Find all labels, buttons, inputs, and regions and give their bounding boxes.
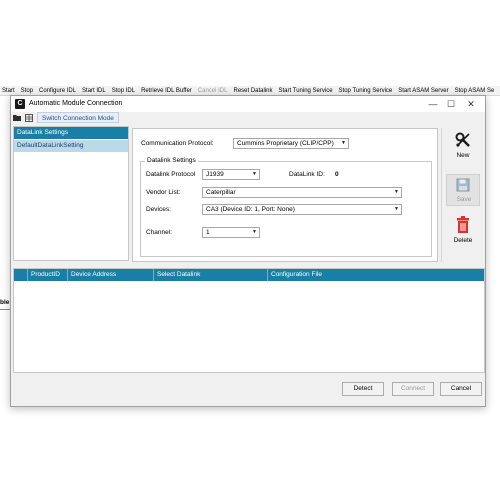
save-button: Save	[446, 174, 480, 206]
delete-label: Delete	[453, 237, 473, 244]
detect-button[interactable]: Detect	[342, 382, 384, 396]
window-title: Automatic Module Connection	[29, 100, 123, 107]
chevron-down-icon: ▼	[252, 229, 257, 235]
communication-protocol-value: Cummins Proprietary (CLIP/CPP)	[237, 140, 334, 147]
devices-dropdown[interactable]: CA3 (Device ID: 1, Port: None) ▼	[202, 204, 402, 215]
communication-protocol-dropdown[interactable]: Cummins Proprietary (CLIP/CPP) ▼	[233, 138, 349, 149]
bg-menu-stop-idl[interactable]: Stop IDL	[112, 86, 135, 95]
datalink-protocol-value: J1939	[206, 171, 224, 178]
datalink-settings-header: DataLink Settings	[14, 127, 128, 139]
bg-menu-stop[interactable]: Stop	[21, 86, 33, 95]
maximize-button[interactable]: ☐	[443, 98, 459, 110]
bg-menu-retrieve-idl-buffer[interactable]: Retrieve IDL Buffer	[141, 86, 192, 95]
new-label: New	[456, 152, 470, 159]
column-header-select-datalink[interactable]: Select Datalink	[154, 269, 268, 281]
datalink-settings-group: Datalink Settings Datalink Protocol J193…	[140, 156, 432, 257]
datalink-id-value: 0	[335, 171, 339, 178]
connect-button: Connect	[392, 382, 434, 396]
background-left-text: ble	[0, 299, 10, 306]
app-icon: C	[15, 99, 25, 109]
save-label: Save	[456, 196, 472, 203]
devices-label: Devices:	[146, 206, 171, 213]
chevron-down-icon: ▼	[341, 140, 346, 146]
chevron-down-icon: ▼	[394, 206, 399, 212]
column-header-device-address[interactable]: Device Address	[68, 269, 154, 281]
bg-menu-start[interactable]: Start	[2, 86, 15, 95]
table-header: ProductID Device Address Select Datalink…	[14, 269, 484, 281]
settings-panel: Communication Protocol: Cummins Propriet…	[132, 128, 438, 262]
devices-value: CA3 (Device ID: 1, Port: None)	[206, 206, 295, 213]
chevron-down-icon: ▼	[394, 189, 399, 195]
toolbar: Switch Connection Mode	[11, 112, 485, 124]
switch-connection-mode-button[interactable]: Switch Connection Mode	[37, 112, 119, 123]
automatic-module-connection-dialog: C Automatic Module Connection — ☐ ✕ Swit…	[10, 95, 486, 407]
minimize-button[interactable]: —	[425, 98, 441, 110]
communication-protocol-label: Communication Protocol:	[141, 140, 214, 147]
module-table: ProductID Device Address Select Datalink…	[13, 268, 485, 373]
vendor-list-dropdown[interactable]: Caterpillar ▼	[202, 187, 402, 198]
floppy-disk-icon	[456, 178, 470, 192]
table-header-select[interactable]	[14, 269, 28, 281]
vendor-list-label: Vendor List:	[146, 189, 181, 196]
background-divider	[0, 309, 10, 310]
close-button[interactable]: ✕	[463, 98, 479, 110]
cancel-button[interactable]: Cancel	[440, 382, 482, 396]
datalink-settings-group-title: Datalink Settings	[145, 156, 198, 166]
wrench-screwdriver-icon	[455, 132, 470, 147]
channel-dropdown[interactable]: 1 ▼	[202, 227, 260, 238]
bg-menu-stop-tuning[interactable]: Stop Tuning Service	[339, 86, 393, 95]
bg-menu-configure-idl[interactable]: Configure IDL	[39, 86, 76, 95]
bg-menu-stop-asam[interactable]: Stop ASAM Se	[455, 86, 495, 95]
datalink-protocol-label: Datalink Protocol	[146, 171, 196, 178]
bg-menu-start-idl[interactable]: Start IDL	[82, 86, 106, 95]
new-button[interactable]: New	[442, 132, 484, 162]
chevron-down-icon: ▼	[252, 171, 257, 177]
column-header-configuration-file[interactable]: Configuration File	[268, 269, 484, 281]
bg-menu-start-asam[interactable]: Start ASAM Server	[398, 86, 448, 95]
bg-menu-reset-datalink[interactable]: Reset Datalink	[233, 86, 272, 95]
bg-menu-start-tuning[interactable]: Start Tuning Service	[279, 86, 333, 95]
bg-menu-cancel-idl: Cancel IDL	[197, 88, 228, 94]
datalink-settings-list: DataLink Settings DefaultDataLinkSetting	[13, 126, 129, 261]
delete-button[interactable]: Delete	[442, 216, 484, 248]
title-bar[interactable]: C Automatic Module Connection — ☐ ✕	[11, 96, 485, 112]
action-sidebar: New Save Delete	[441, 128, 483, 262]
datalink-protocol-dropdown[interactable]: J1939 ▼	[202, 169, 260, 180]
column-header-productid[interactable]: ProductID	[28, 269, 68, 281]
channel-label: Channel:	[146, 229, 173, 236]
vendor-list-value: Caterpillar	[206, 189, 236, 196]
open-folder-icon[interactable]	[13, 114, 22, 122]
grid-icon[interactable]	[25, 114, 33, 122]
trash-icon	[457, 216, 469, 233]
list-item-default-datalink-setting[interactable]: DefaultDataLinkSetting	[14, 140, 128, 152]
datalink-id-label: DataLink ID:	[289, 171, 325, 178]
channel-value: 1	[206, 229, 210, 236]
